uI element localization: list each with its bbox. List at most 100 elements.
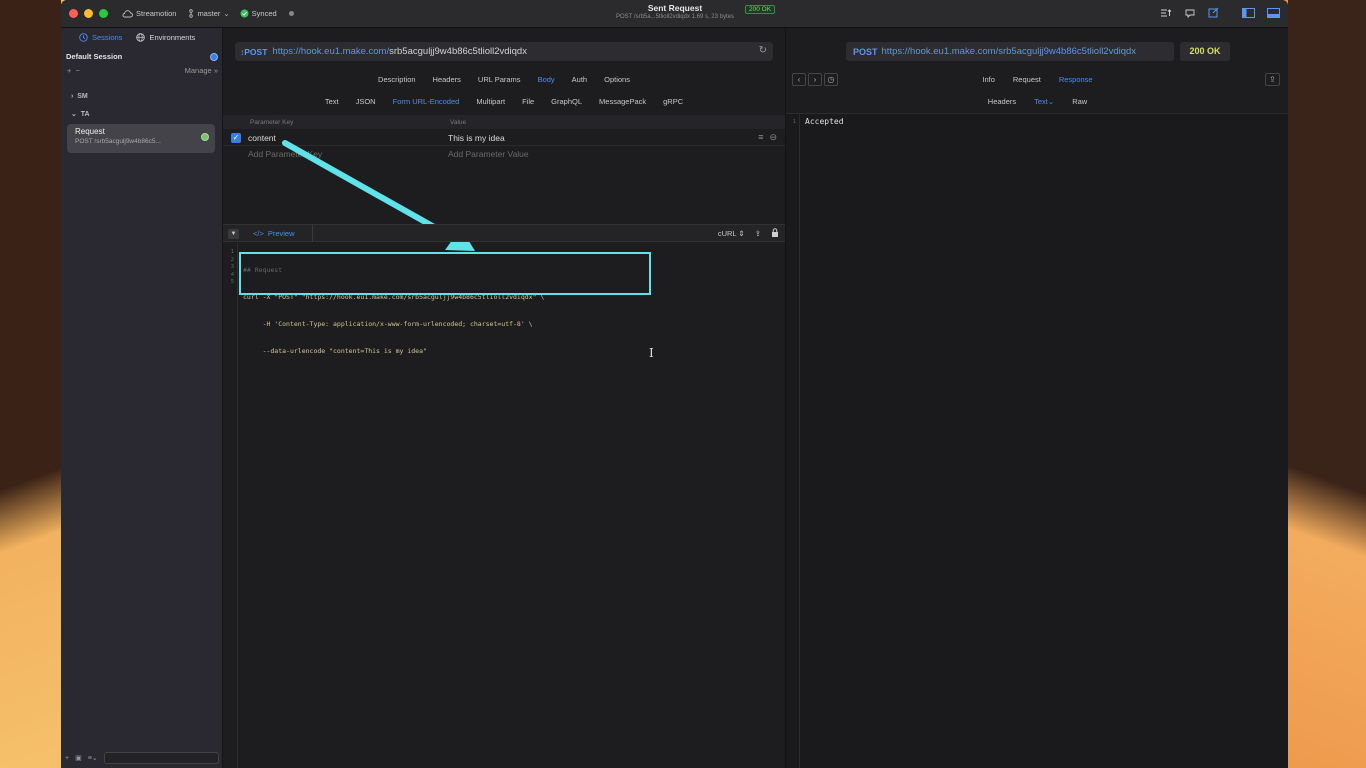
response-tabs: Info Request Response	[786, 75, 1288, 84]
status-badge: 200 OK	[745, 5, 776, 14]
sidebar-tabs: Sessions Environments	[61, 28, 222, 42]
manage-label: Manage	[184, 66, 212, 75]
titlebar: Streamotion master ⌄ Synced Sent Request…	[61, 0, 1288, 28]
activity-dot-icon	[288, 11, 294, 16]
request-status-icon	[201, 133, 209, 141]
tab-text-label: Text	[1034, 97, 1048, 106]
compose-icon[interactable]	[1208, 7, 1220, 18]
sync-status: Synced	[240, 9, 277, 18]
format-selector[interactable]: cURL ⇕	[718, 229, 745, 238]
tab-raw[interactable]: Raw	[1072, 97, 1087, 106]
lock-icon[interactable]	[771, 228, 779, 239]
tab-environments[interactable]: Environments	[136, 33, 195, 42]
annotation-highlight-box	[239, 252, 651, 295]
chevron-right-icon: ›	[71, 93, 74, 100]
sidebar-item-request[interactable]: Request POST /srb5acgulj9w4b86c5...	[67, 124, 215, 153]
code-icon: </>	[253, 229, 264, 238]
sidebar-group-ta[interactable]: ⌄ TA	[71, 110, 90, 118]
collapse-toggle-icon[interactable]: ▼	[228, 229, 239, 239]
session-name: Default Session	[66, 52, 123, 61]
sidebar-filter-input[interactable]	[103, 752, 219, 764]
sidebar-footer: + ▣ ≡⌄	[65, 752, 219, 764]
add-icon[interactable]: +	[67, 66, 71, 75]
request-subtitle: POST /srb5acgulj9w4b86c5...	[75, 138, 161, 145]
response-url: https://hook.eu1.make.com/srb5acguljj9w4…	[881, 46, 1137, 57]
tab-preview[interactable]: </> Preview	[245, 225, 313, 242]
response-text: Accepted	[805, 117, 844, 126]
git-branch-icon	[188, 9, 194, 18]
globe-icon	[136, 33, 146, 42]
sidebar-controls: + − Manage »	[67, 66, 218, 75]
checkmark-circle-icon	[240, 9, 249, 18]
code-toolbar: ▼ </> Preview cURL ⇕ ⇪	[223, 224, 785, 242]
response-url-bar: POST https://hook.eu1.make.com/srb5acgul…	[846, 42, 1174, 61]
line-number: 1	[230, 249, 234, 255]
response-body[interactable]: 1 Accepted	[786, 113, 1288, 768]
line-number: 5	[230, 279, 234, 285]
app-window: Streamotion master ⌄ Synced Sent Request…	[61, 0, 1288, 768]
response-method: POST	[853, 46, 878, 57]
sync-status-label: Synced	[251, 9, 277, 18]
branch-name: master	[197, 9, 221, 18]
tab-request[interactable]: Request	[1013, 75, 1041, 84]
format-label: cURL	[717, 229, 737, 238]
response-gutter: 1	[786, 114, 800, 768]
line-number: 2	[230, 256, 234, 263]
request-panel: ↕POST https://hook.eu1.make.com/srb5acgu…	[223, 28, 785, 768]
tab-text[interactable]: Text⌄	[1034, 97, 1054, 106]
desktop-background-left	[0, 0, 61, 768]
session-indicator-icon	[210, 52, 218, 61]
sidebar-group-label: SM	[77, 93, 88, 100]
line-number: 4	[230, 271, 234, 278]
close-window-button[interactable]	[69, 9, 78, 18]
chevron-down-icon: ⌄	[1047, 97, 1055, 106]
chevron-down-icon: ⌄	[223, 9, 230, 18]
request-title: Request	[75, 127, 105, 136]
chevron-down-icon: ⌄	[71, 111, 77, 118]
cloud-icon	[122, 9, 133, 18]
folder-icon[interactable]: ▣	[75, 754, 82, 762]
tab-info[interactable]: Info	[982, 75, 995, 84]
desktop-background-right	[1288, 0, 1366, 768]
preview-label: Preview	[267, 229, 295, 238]
response-sub-tabs: Headers Text⌄ Raw	[786, 97, 1288, 106]
code-toolbar-actions: cURL ⇕ ⇪	[718, 228, 779, 239]
clock-icon	[79, 33, 88, 42]
manage-button[interactable]: Manage »	[185, 66, 218, 75]
code-line: --data-urlencode "content=This is my ide…	[243, 347, 427, 355]
zoom-window-button[interactable]	[99, 9, 108, 18]
tab-environments-label: Environments	[149, 33, 196, 42]
tab-sessions-label: Sessions	[92, 33, 123, 42]
tab-response[interactable]: Response	[1059, 75, 1093, 84]
session-header[interactable]: Default Session	[66, 52, 218, 61]
filter-options-icon[interactable]: ≡⌄	[88, 754, 98, 762]
response-status-badge: 200 OK	[1180, 42, 1230, 61]
sidebar-group-label: TA	[80, 111, 90, 118]
response-panel: POST https://hook.eu1.make.com/srb5acgul…	[785, 28, 1288, 768]
remove-icon[interactable]: −	[76, 66, 80, 75]
window-controls	[69, 9, 108, 18]
share-icon[interactable]: ⇪	[755, 229, 761, 238]
sidebar: Sessions Environments Default Session + …	[61, 28, 223, 768]
line-number: 3	[230, 264, 234, 270]
minimize-window-button[interactable]	[84, 9, 93, 18]
toggle-bottom-panel-icon[interactable]	[1267, 7, 1280, 18]
sort-icon[interactable]	[1160, 7, 1172, 18]
plugin-icon[interactable]	[1184, 7, 1196, 18]
add-remove-controls: + −	[67, 66, 80, 75]
window-subtitle: POST /srb5a...5tlioll2vdiqdx 1.69 s, 23 …	[616, 14, 734, 20]
branch-selector[interactable]: master ⌄	[188, 9, 230, 18]
code-line: -H 'Content-Type: application/x-www-form…	[243, 320, 533, 328]
sidebar-group-sm[interactable]: › SM	[71, 93, 88, 100]
code-gutter: 1 2 3 4 5	[223, 243, 238, 768]
share-icon[interactable]: ⇪	[1265, 73, 1280, 86]
add-icon[interactable]: +	[65, 755, 69, 762]
text-cursor-icon: I	[649, 346, 654, 360]
line-number: 1	[792, 119, 796, 125]
project-name: Streamotion	[136, 9, 177, 18]
double-chevron-right-icon: »	[213, 66, 218, 75]
tab-sessions[interactable]: Sessions	[79, 33, 122, 42]
tab-headers[interactable]: Headers	[988, 97, 1016, 106]
toggle-sidebar-icon[interactable]	[1242, 7, 1255, 18]
project-selector[interactable]: Streamotion	[122, 9, 176, 18]
